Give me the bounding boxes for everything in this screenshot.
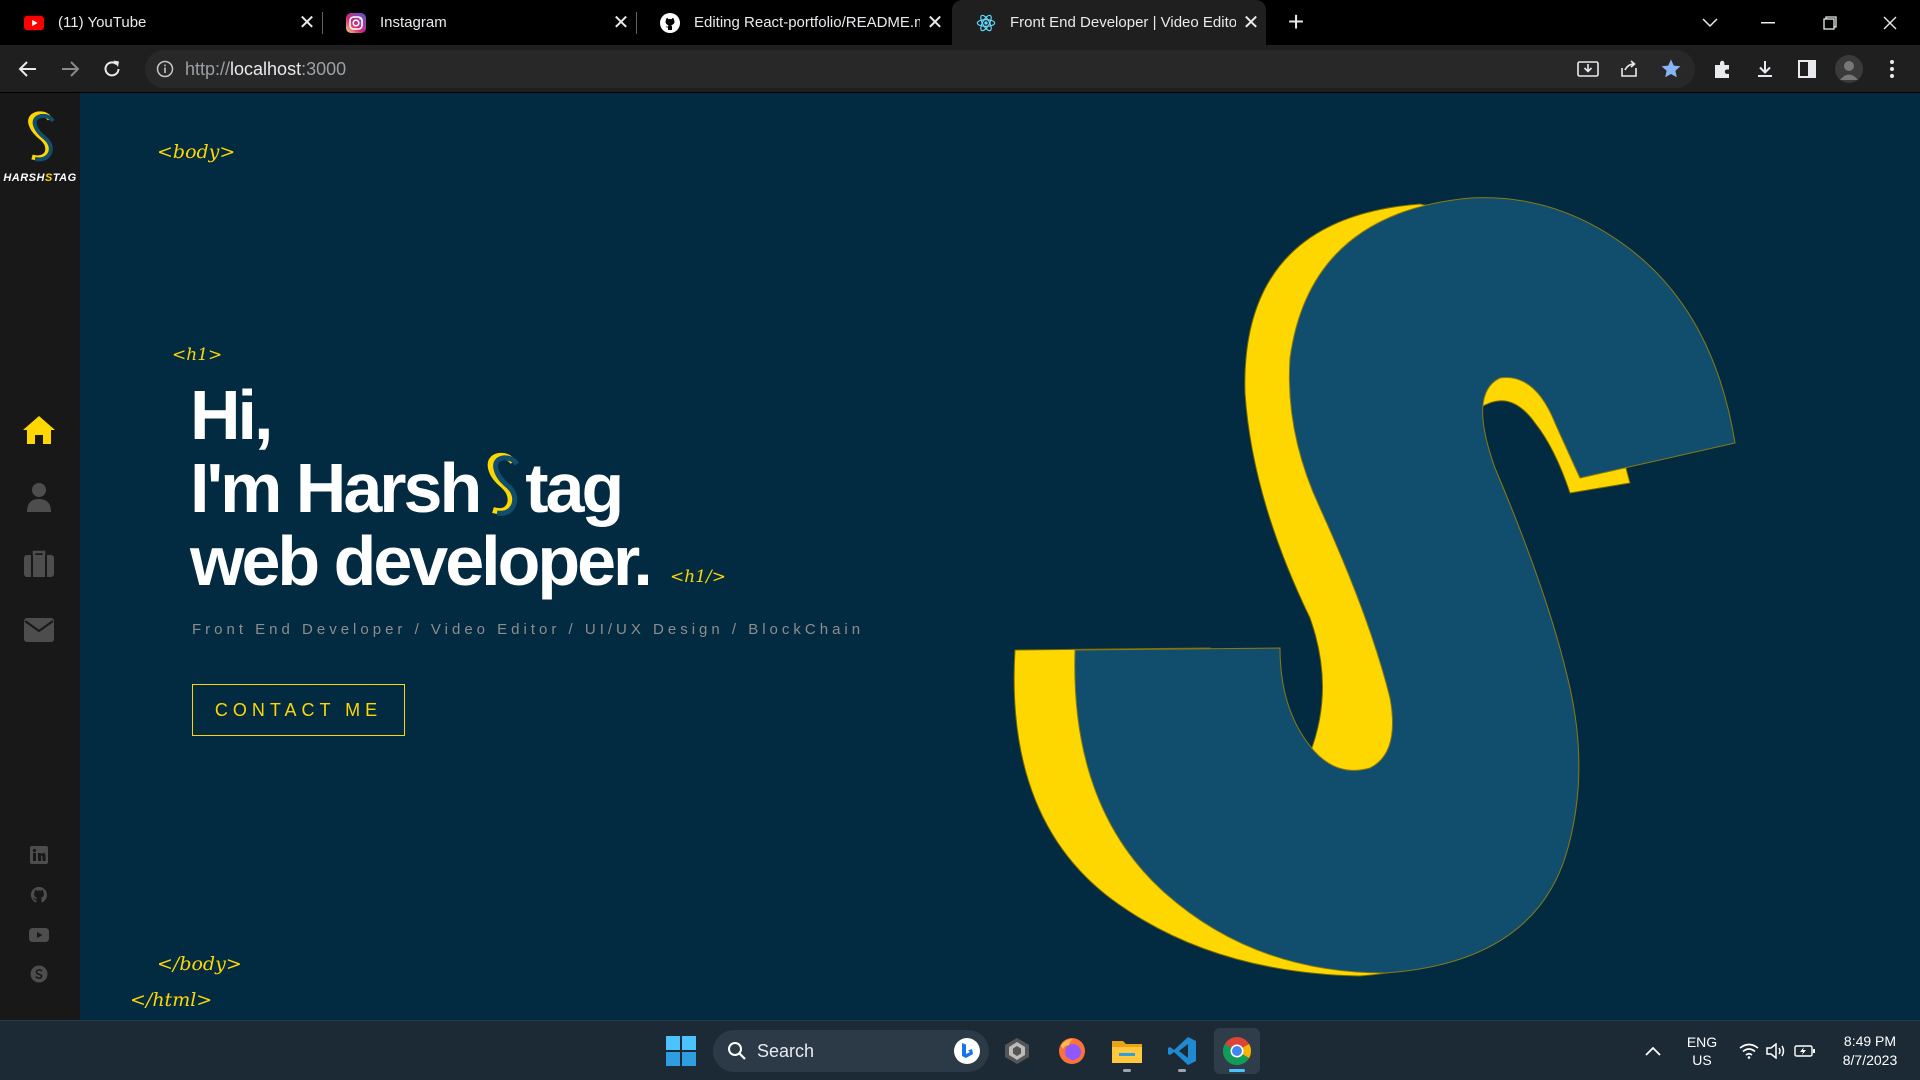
logo-s-icon (28, 111, 55, 162)
contact-me-button[interactable]: CONTACT ME (192, 684, 405, 736)
screen: (11) YouTube ✕ Instagram ✕ Editing React… (0, 0, 1920, 1080)
tab-title: Instagram (380, 14, 447, 31)
logo-text: HARSHSTAG (3, 172, 77, 184)
close-tab-icon[interactable]: ✕ (1236, 10, 1266, 35)
bing-icon[interactable] (953, 1037, 981, 1070)
wifi-icon[interactable] (1737, 1021, 1761, 1080)
github-icon[interactable] (29, 885, 49, 905)
briefcase-icon[interactable] (20, 545, 58, 583)
hero-line-3: web developer. (190, 522, 653, 600)
windows-start-icon[interactable] (658, 1028, 704, 1074)
portfolio-page: HARSHSTAG <body> <h1> <h1/> </body> </ht… (0, 93, 1920, 1020)
envelope-icon[interactable] (20, 611, 58, 649)
install-app-icon[interactable] (1572, 53, 1604, 85)
skype-icon[interactable] (29, 964, 49, 984)
instagram-icon (346, 12, 366, 33)
close-tab-icon[interactable]: ✕ (606, 10, 636, 35)
close-tab-icon[interactable]: ✕ (920, 10, 950, 35)
clock-date: 8/7/2023 (1842, 1052, 1898, 1068)
tab-github[interactable]: Editing React-portfolio/README.md ✕ (636, 0, 950, 45)
show-hidden-icons-chevron[interactable] (1638, 1021, 1668, 1080)
tab-portfolio-active[interactable]: Front End Developer | Video Editor | ✕ (952, 0, 1266, 45)
youtube-icon (24, 13, 44, 33)
body-close-tag: </body> (157, 953, 242, 975)
windows-taskbar: Search ENG US 8:49 PM 8/7/2023 (0, 1020, 1920, 1080)
hero-heading: Hi, I'm Harsh tag web developer. (190, 376, 653, 600)
downloads-icon[interactable] (1749, 53, 1781, 85)
linkedin-icon[interactable] (29, 845, 49, 865)
hero-subtitle: Front End Developer / Video Editor / UI/… (192, 621, 865, 638)
browser-toolbar: http://localhost:3000 (0, 45, 1920, 93)
forward-icon[interactable] (54, 53, 86, 85)
running-indicator (1178, 1069, 1186, 1072)
tab-title: Front End Developer | Video Editor | (1010, 14, 1236, 31)
firefox-icon[interactable] (1049, 1028, 1095, 1074)
body-open-tag: <body> (157, 141, 236, 163)
minimize-icon[interactable] (1740, 0, 1796, 45)
extensions-icon[interactable] (1707, 53, 1739, 85)
large-s-logo-graphic (1013, 197, 1736, 977)
unity-hub-icon[interactable] (994, 1028, 1040, 1074)
react-icon (976, 13, 996, 33)
tab-title: Editing React-portfolio/README.md (694, 14, 920, 31)
back-icon[interactable] (12, 53, 44, 85)
reload-icon[interactable] (96, 53, 128, 85)
language-indicator[interactable]: ENG US (1680, 1021, 1724, 1080)
s-logo-letter-icon (487, 452, 520, 516)
tab-title: (11) YouTube (58, 14, 147, 31)
site-logo[interactable]: HARSHSTAG (0, 111, 80, 184)
clock[interactable]: 8:49 PM 8/7/2023 (1830, 1021, 1910, 1080)
running-indicator (1123, 1069, 1131, 1072)
active-indicator (1229, 1069, 1245, 1072)
html-close-tag: </html> (130, 989, 213, 1011)
h1-open-tag: <h1> (172, 345, 223, 365)
url-text: http://localhost:3000 (185, 58, 347, 79)
site-info-icon[interactable] (145, 60, 185, 78)
restore-icon[interactable] (1802, 0, 1858, 45)
volume-icon[interactable] (1764, 1021, 1788, 1080)
hero-line-2: I'm Harsh tag (190, 449, 624, 527)
vscode-icon[interactable] (1159, 1028, 1205, 1074)
bookmark-star-icon[interactable] (1655, 53, 1687, 85)
sidebar: HARSHSTAG (0, 93, 80, 1020)
close-tab-icon[interactable]: ✕ (292, 10, 322, 35)
chrome-icon[interactable] (1214, 1028, 1260, 1074)
close-window-icon[interactable] (1862, 0, 1918, 45)
youtube-icon[interactable] (29, 925, 49, 945)
file-explorer-icon[interactable] (1104, 1028, 1150, 1074)
home-icon[interactable] (20, 411, 58, 449)
h1-close-tag: <h1/> (670, 567, 726, 587)
clock-time: 8:49 PM (1843, 1033, 1897, 1049)
share-icon[interactable] (1613, 53, 1645, 85)
search-label: Search (757, 1040, 815, 1061)
browser-tab-strip: (11) YouTube ✕ Instagram ✕ Editing React… (0, 0, 1920, 45)
search-icon (727, 1041, 747, 1061)
side-panel-icon[interactable] (1791, 53, 1823, 85)
tab-youtube[interactable]: (11) YouTube ✕ (0, 0, 323, 45)
battery-charging-icon[interactable] (1792, 1021, 1818, 1080)
profile-avatar[interactable] (1833, 53, 1865, 85)
taskbar-search-box[interactable]: Search (713, 1030, 989, 1072)
github-icon (660, 12, 680, 33)
hero-line-1: Hi, (190, 376, 273, 454)
tab-instagram[interactable]: Instagram ✕ (322, 0, 637, 45)
tab-search-icon[interactable] (1682, 0, 1738, 45)
menu-kebab-icon[interactable] (1876, 53, 1908, 85)
new-tab-button[interactable]: + (1280, 7, 1312, 39)
user-icon[interactable] (20, 478, 58, 516)
address-bar[interactable]: http://localhost:3000 (145, 50, 1695, 88)
